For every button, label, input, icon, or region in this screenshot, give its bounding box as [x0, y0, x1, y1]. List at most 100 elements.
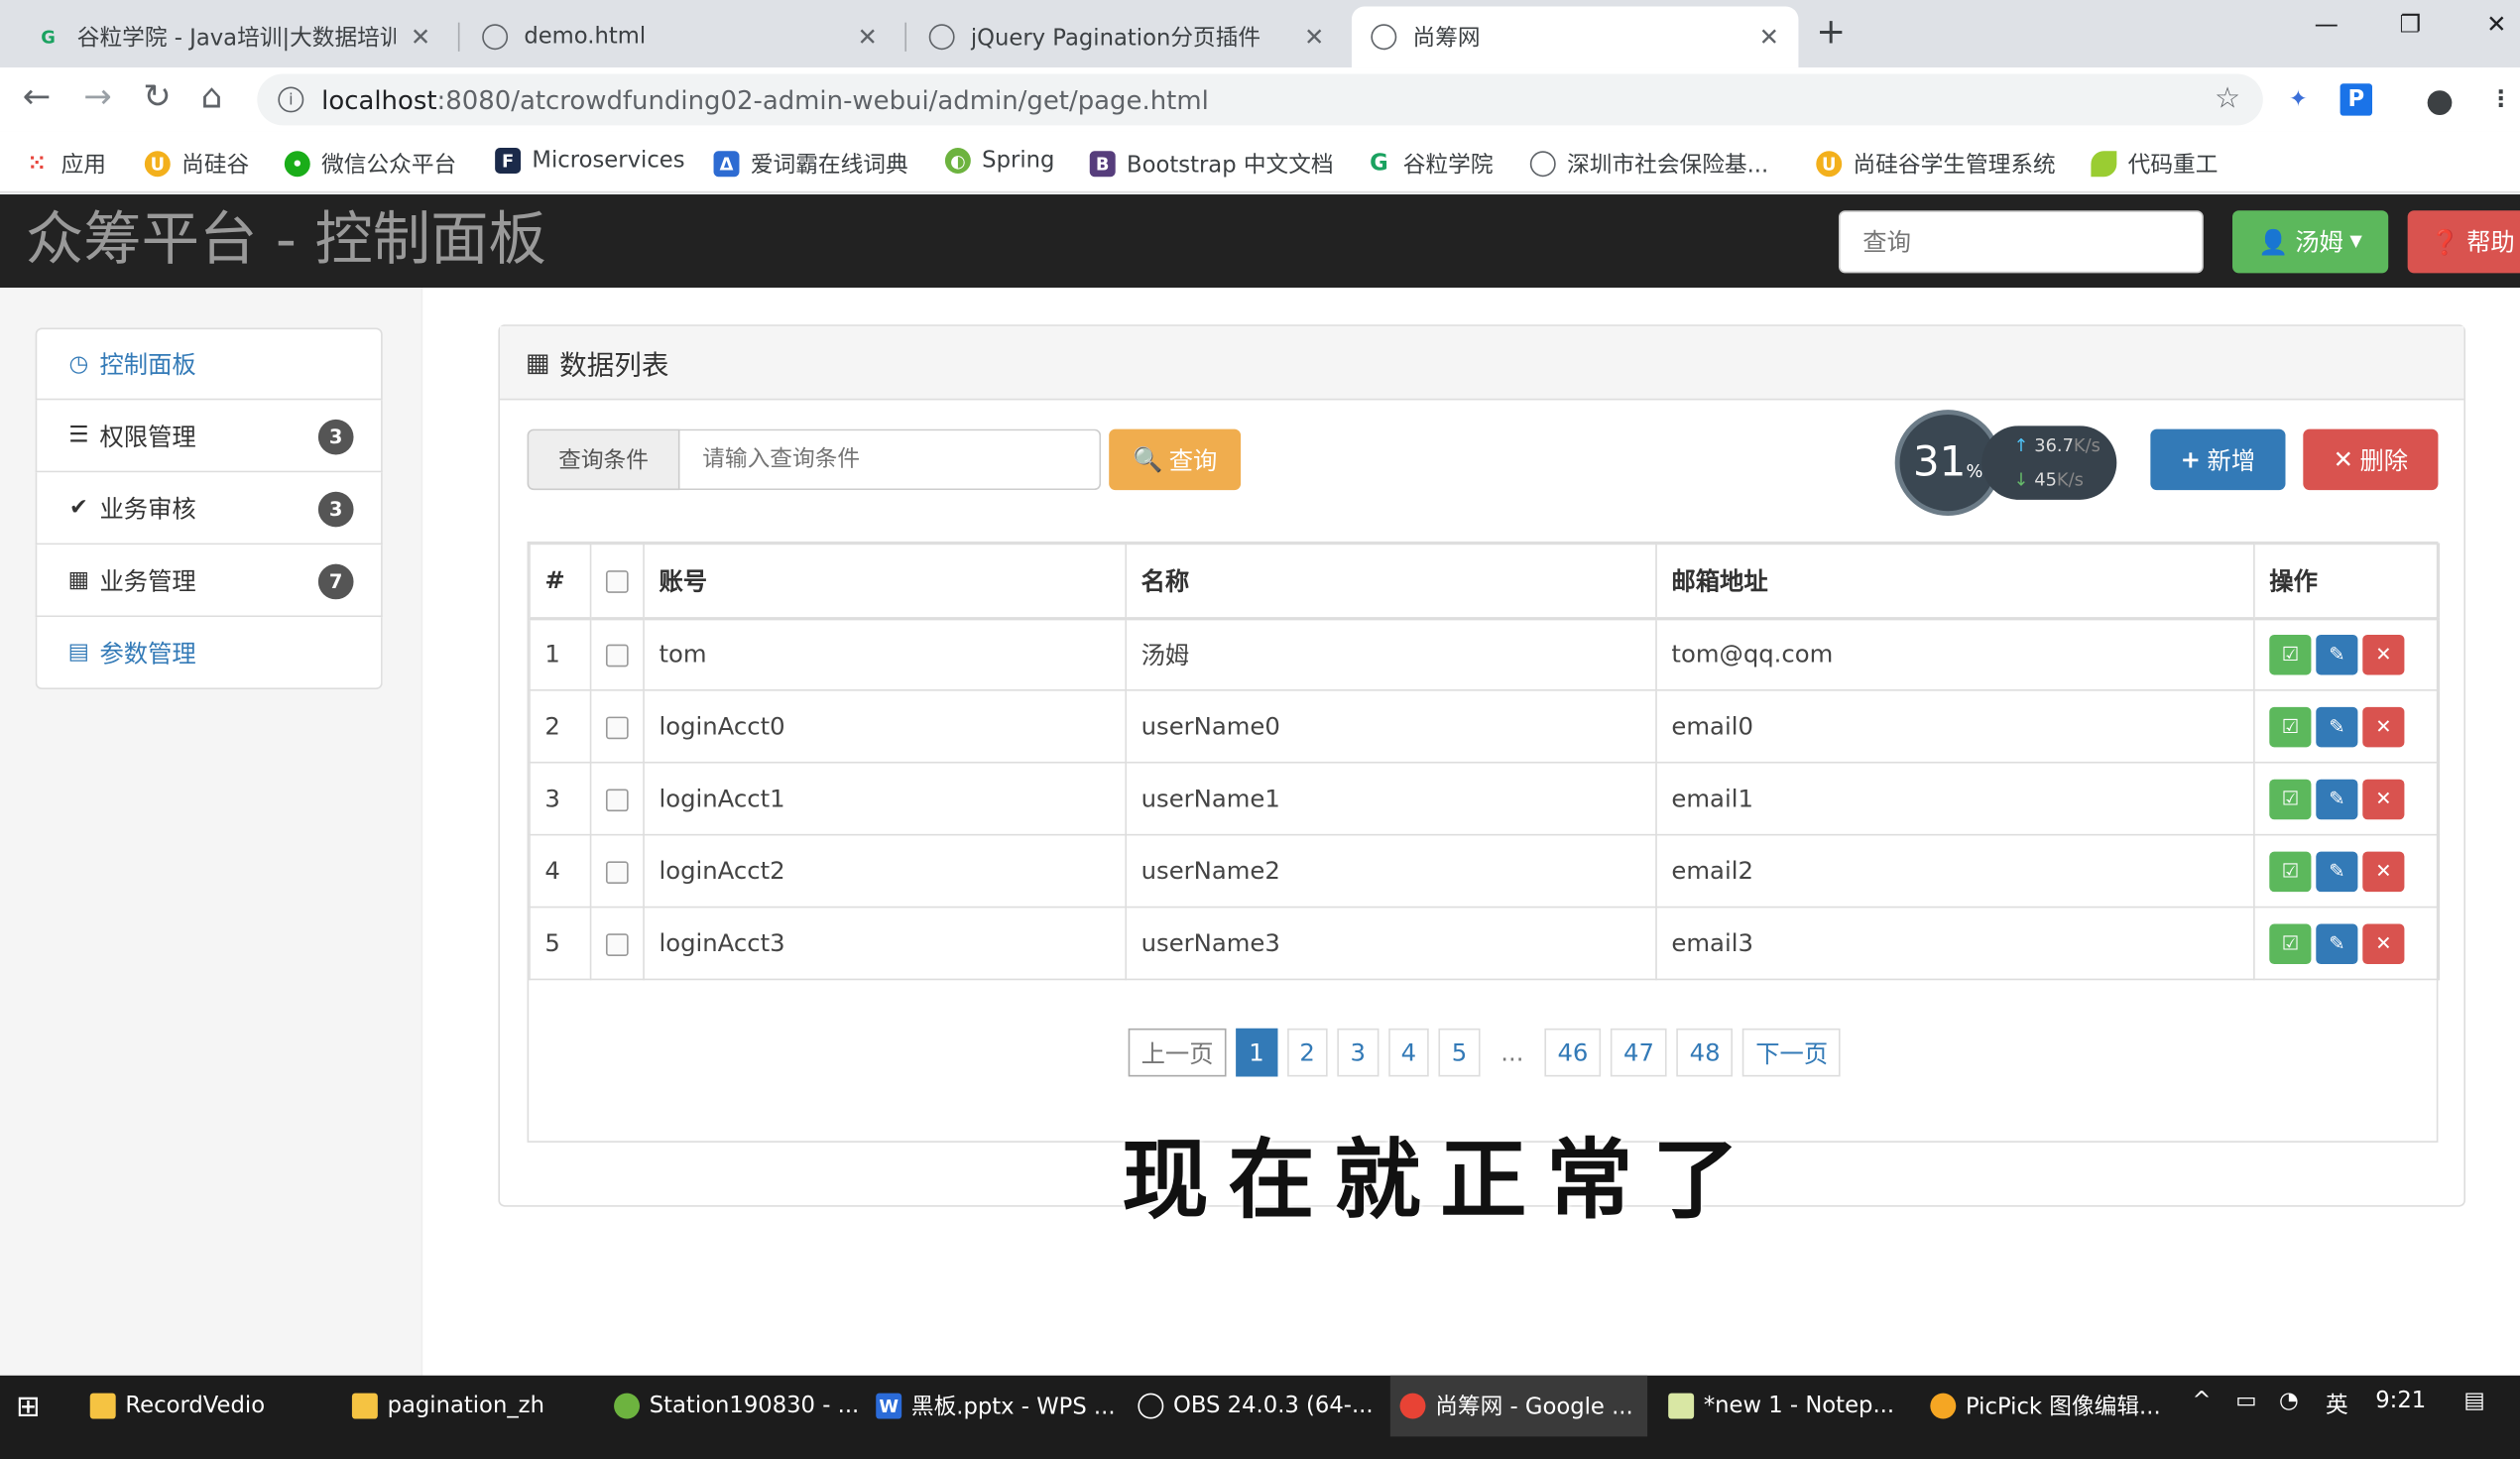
remove-row-button[interactable]: ✕	[2362, 706, 2405, 747]
reload-icon[interactable]: ↻	[143, 77, 172, 116]
bookmark-code-heavy[interactable]: 代码重工	[2091, 148, 2218, 180]
delete-button[interactable]: ✕ 删除	[2303, 428, 2439, 491]
address-bar[interactable]: i localhost :8080/atcrowdfunding02-admin…	[257, 73, 2263, 126]
remove-row-button[interactable]: ✕	[2362, 778, 2405, 819]
select-all-checkbox[interactable]	[605, 569, 629, 593]
browser-tab-shangchou[interactable]: 尚筹网 ✕	[1351, 6, 1799, 68]
taskbar-item-obs[interactable]: OBS 24.0.3 (64-...	[1129, 1376, 1385, 1437]
sidebar-item-review[interactable]: ✔ 业务审核 3	[35, 472, 383, 546]
sidebar-item-params[interactable]: ▤ 参数管理	[35, 617, 383, 690]
assign-role-button[interactable]: ☑	[2269, 922, 2312, 964]
extension-icon[interactable]: ✦	[2282, 83, 2314, 115]
help-button[interactable]: ❓ 帮助	[2407, 210, 2520, 274]
home-icon[interactable]: ⌂	[201, 77, 223, 116]
sidebar-item-permissions[interactable]: ☰ 权限管理 3	[35, 400, 383, 473]
network-icon[interactable]: ◔	[2279, 1389, 2299, 1414]
edit-pencil-button[interactable]: ✎	[2316, 922, 2358, 964]
close-window-icon[interactable]: ✕	[2486, 10, 2506, 39]
taskbar-item-chrome[interactable]: 尚筹网 - Google ...	[1389, 1375, 1648, 1437]
bookmark-microservices[interactable]: F Microservices	[495, 148, 685, 174]
page-button-46[interactable]: 46	[1544, 1028, 1602, 1077]
page-button-4[interactable]: 4	[1387, 1028, 1430, 1077]
remove-row-button[interactable]: ✕	[2362, 922, 2405, 964]
taskbar-item-station[interactable]: Station190830 - ...	[604, 1376, 861, 1437]
browser-tab-demo[interactable]: demo.html ✕	[463, 6, 898, 67]
tasks-icon: ☰	[68, 423, 89, 449]
sidebar-item-dashboard[interactable]: ◷ 控制面板	[35, 327, 383, 401]
add-button[interactable]: + 新增	[2150, 428, 2286, 491]
clock[interactable]: 9:21	[2375, 1389, 2426, 1414]
browser-tab-jquery-pagination[interactable]: jQuery Pagination分页插件 ✕	[909, 6, 1344, 67]
assign-role-button[interactable]: ☑	[2269, 778, 2312, 819]
row-checkbox[interactable]	[605, 860, 629, 884]
iciba-icon: ᐃ	[713, 151, 740, 178]
assign-role-button[interactable]: ☑	[2269, 634, 2312, 675]
back-icon[interactable]: ←	[23, 77, 52, 116]
page-button-5[interactable]: 5	[1438, 1028, 1481, 1077]
extension-p-icon[interactable]: P	[2340, 83, 2373, 116]
new-tab-button[interactable]: +	[1816, 13, 1846, 54]
keyboard-icon[interactable]: ▭	[2235, 1389, 2256, 1414]
wps-icon: W	[876, 1393, 902, 1419]
taskbar-item-pagination-zh[interactable]: pagination_zh	[342, 1376, 599, 1437]
next-page-button[interactable]: 下一页	[1742, 1028, 1842, 1077]
edit-pencil-button[interactable]: ✎	[2316, 634, 2358, 675]
row-checkbox[interactable]	[605, 932, 629, 956]
close-tab-icon[interactable]: ✕	[857, 23, 877, 52]
edit-pencil-button[interactable]: ✎	[2316, 850, 2358, 892]
notification-icon[interactable]: ▤	[2463, 1389, 2484, 1414]
remove-row-button[interactable]: ✕	[2362, 850, 2405, 892]
bookmark-spring[interactable]: ◐ Spring	[944, 148, 1054, 174]
bookmark-guli[interactable]: G 谷粒学院	[1367, 148, 1493, 180]
sidebar-item-business[interactable]: ▦ 业务管理 7	[35, 545, 383, 618]
query-button[interactable]: 🔍 查询	[1109, 428, 1242, 491]
bookmark-star-icon[interactable]: ☆	[2215, 82, 2240, 116]
row-checkbox[interactable]	[605, 715, 629, 739]
navbar-search-input[interactable]	[1838, 210, 2204, 274]
bookmark-wechat[interactable]: • 微信公众平台	[284, 148, 456, 180]
bookmark-bootstrap[interactable]: B Bootstrap 中文文档	[1089, 148, 1334, 180]
info-icon[interactable]: i	[278, 86, 304, 113]
table-row: 4 loginAcct2 userName2 email2 ☑ ✎ ✕	[529, 833, 2441, 909]
taskbar-item-wps[interactable]: W 黑板.pptx - WPS ...	[867, 1376, 1124, 1437]
taskbar-item-picpick[interactable]: PicPick 图像编辑...	[1921, 1376, 2178, 1437]
bookmark-iciba[interactable]: ᐃ 爱词霸在线词典	[713, 148, 908, 180]
close-tab-icon[interactable]: ✕	[411, 23, 430, 52]
restore-icon[interactable]: ❐	[2400, 10, 2422, 39]
ime-indicator[interactable]: 英	[2326, 1389, 2348, 1420]
row-checkbox[interactable]	[605, 788, 629, 811]
assign-role-button[interactable]: ☑	[2269, 850, 2312, 892]
user-dropdown-button[interactable]: 👤 汤姆 ▼	[2232, 210, 2389, 274]
page-button-2[interactable]: 2	[1286, 1028, 1328, 1077]
windows-start-icon[interactable]: ⊞	[16, 1376, 40, 1437]
close-tab-icon[interactable]: ✕	[1304, 23, 1324, 52]
page-button-3[interactable]: 3	[1337, 1028, 1379, 1077]
th-large-icon: ▦	[67, 566, 90, 593]
badge: 7	[317, 563, 354, 600]
row-checkbox[interactable]	[605, 644, 629, 667]
tray-chevron-up-icon[interactable]: ^	[2192, 1389, 2211, 1414]
edit-pencil-button[interactable]: ✎	[2316, 778, 2358, 819]
taskbar-item-recordvedio[interactable]: RecordVedio	[80, 1376, 337, 1437]
assign-role-button[interactable]: ☑	[2269, 706, 2312, 747]
page-button-1[interactable]: 1	[1236, 1028, 1277, 1077]
page-button-48[interactable]: 48	[1676, 1028, 1734, 1077]
taskbar-item-notepad[interactable]: *new 1 - Notep...	[1658, 1376, 1915, 1437]
menu-icon[interactable]: ⋮	[2484, 83, 2516, 115]
page-button-47[interactable]: 47	[1611, 1028, 1667, 1077]
bookmark-apps[interactable]: ⁙ 应用	[24, 148, 106, 180]
close-tab-icon[interactable]: ✕	[1759, 23, 1779, 52]
minimize-icon[interactable]: —	[2315, 10, 2339, 39]
prev-page-button[interactable]: 上一页	[1128, 1028, 1227, 1077]
bookmark-atguigu[interactable]: U 尚硅谷	[144, 148, 249, 180]
browser-tab-guli[interactable]: G 谷粒学院 - Java培训|大数据培训 ✕	[16, 6, 450, 67]
globe-icon	[1371, 24, 1397, 51]
remove-row-button[interactable]: ✕	[2362, 634, 2405, 675]
bookmark-student-system[interactable]: U 尚硅谷学生管理系统	[1816, 148, 2056, 180]
profile-icon[interactable]: ●	[2424, 80, 2456, 119]
forward-icon[interactable]: →	[83, 77, 112, 116]
edit-pencil-button[interactable]: ✎	[2316, 706, 2358, 747]
query-input[interactable]	[679, 428, 1102, 491]
bookmark-shenzhen-social[interactable]: 深圳市社会保险基...	[1529, 148, 1768, 180]
brand-title[interactable]: 众筹平台 - 控制面板	[26, 207, 546, 275]
